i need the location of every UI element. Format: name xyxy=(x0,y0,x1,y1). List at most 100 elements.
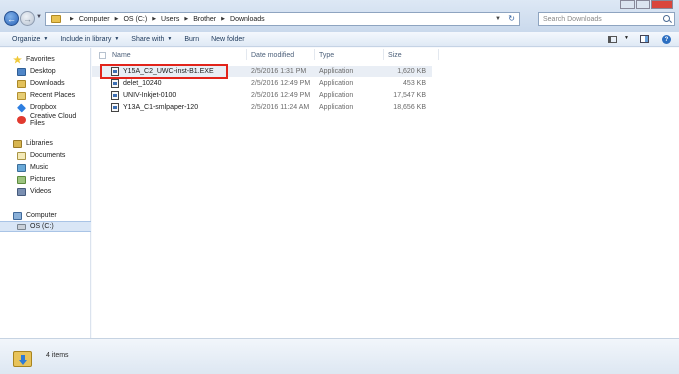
nav-label: Libraries xyxy=(26,140,53,147)
nav-favorites-header[interactable]: Favorites xyxy=(0,54,91,65)
chevron-right-icon[interactable]: ▶ xyxy=(184,16,188,22)
details-pane: 4 items xyxy=(0,338,679,374)
chevron-right-icon[interactable]: ▶ xyxy=(221,16,225,22)
address-bar: ← → ▼ ▶ Computer ▶ OS (C:) ▶ Users ▶ Bro… xyxy=(0,0,679,32)
search-placeholder: Search Downloads xyxy=(543,15,602,23)
preview-pane-icon[interactable] xyxy=(640,35,649,43)
share-with-label: Share with xyxy=(131,35,165,43)
nav-label: Computer xyxy=(26,212,57,219)
window-controls xyxy=(619,0,673,9)
chevron-down-icon: ▼ xyxy=(114,36,120,42)
include-in-library-label: Include in library xyxy=(60,35,112,43)
nav-item-videos[interactable]: Videos xyxy=(0,186,91,197)
file-size: 1,620 KB xyxy=(397,68,426,75)
organize-button[interactable]: Organize ▼ xyxy=(12,36,48,43)
table-row[interactable]: delet_10240 2/5/2016 12:49 PM Applicatio… xyxy=(92,78,432,89)
column-header-date-modified[interactable]: Date modified xyxy=(251,52,294,59)
pictures-icon xyxy=(17,175,26,184)
nav-label: Documents xyxy=(30,152,66,159)
nav-item-os-c[interactable]: OS (C:) xyxy=(0,221,91,232)
file-date: 2/5/2016 12:49 PM xyxy=(251,80,311,87)
nav-item-pictures[interactable]: Pictures xyxy=(0,174,91,185)
select-all-checkbox[interactable] xyxy=(99,52,106,59)
search-icon[interactable] xyxy=(663,15,670,22)
file-type: Application xyxy=(319,68,354,75)
file-size: 18,656 KB xyxy=(393,104,426,111)
column-header-row: Name Date modified Type Size xyxy=(92,48,679,62)
chevron-right-icon[interactable]: ▶ xyxy=(152,16,156,22)
close-button[interactable] xyxy=(651,0,673,9)
refresh-icon[interactable]: ↻ xyxy=(508,14,515,23)
forward-arrow-icon[interactable]: → xyxy=(20,11,35,26)
breadcrumb-users[interactable]: Users xyxy=(161,16,179,23)
change-view-icon[interactable] xyxy=(608,36,617,43)
nav-label: Recent Places xyxy=(30,92,76,99)
maximize-button[interactable] xyxy=(636,0,650,9)
column-header-size[interactable]: Size xyxy=(388,52,402,59)
item-count: 4 items xyxy=(46,352,69,359)
computer-icon xyxy=(13,211,22,220)
chevron-down-icon: ▼ xyxy=(167,36,173,42)
nav-label: Dropbox xyxy=(30,104,57,111)
downloads-folder-icon xyxy=(17,79,26,88)
view-options-chevron-icon[interactable]: ▼ xyxy=(624,35,629,41)
chevron-right-icon[interactable]: ▶ xyxy=(115,16,119,22)
include-in-library-button[interactable]: Include in library ▼ xyxy=(60,36,119,43)
back-arrow-icon[interactable]: ← xyxy=(4,11,19,26)
breadcrumb[interactable]: ▶ Computer ▶ OS (C:) ▶ Users ▶ Brother ▶… xyxy=(45,12,520,26)
file-name: UNIV-Inkjet-0100 xyxy=(123,92,177,99)
burn-label: Burn xyxy=(184,35,200,43)
videos-icon xyxy=(17,187,26,196)
drive-icon xyxy=(17,223,26,230)
file-name: Y13A_C1-smlpaper-120 xyxy=(123,104,199,111)
table-row[interactable]: Y13A_C1-smlpaper-120 2/5/2016 11:24 AM A… xyxy=(92,102,432,113)
search-input[interactable]: Search Downloads xyxy=(538,12,675,26)
share-with-button[interactable]: Share with ▼ xyxy=(131,36,172,43)
column-divider[interactable] xyxy=(314,49,315,60)
desktop-icon xyxy=(17,67,26,76)
breadcrumb-computer[interactable]: Computer xyxy=(79,16,110,23)
dropbox-icon xyxy=(16,102,27,113)
address-dropdown-icon[interactable]: ▼ xyxy=(495,16,501,22)
minimize-button[interactable] xyxy=(620,0,635,9)
downloads-folder-icon xyxy=(13,349,32,368)
nav-label: Desktop xyxy=(30,68,56,75)
nav-item-music[interactable]: Music xyxy=(0,162,91,173)
new-folder-label: New folder xyxy=(211,35,245,43)
nav-label: OS (C:) xyxy=(30,223,54,230)
nav-label: Videos xyxy=(30,188,52,195)
file-size: 453 KB xyxy=(403,80,426,87)
burn-button[interactable]: Burn xyxy=(184,36,199,43)
file-list: Name Date modified Type Size Y15A_C2_UWC… xyxy=(92,48,679,338)
table-row[interactable]: UNIV-Inkjet-0100 2/5/2016 12:49 PM Appli… xyxy=(92,90,432,101)
nav-libraries-header[interactable]: Libraries xyxy=(0,138,91,149)
documents-icon xyxy=(17,151,26,160)
recent-pages-chevron-icon[interactable]: ▼ xyxy=(36,14,42,20)
music-icon xyxy=(17,163,26,172)
nav-item-recent-places[interactable]: Recent Places xyxy=(0,90,91,101)
breadcrumb-os-c[interactable]: OS (C:) xyxy=(123,16,147,23)
nav-item-downloads[interactable]: Downloads xyxy=(0,78,91,89)
nav-item-desktop[interactable]: Desktop xyxy=(0,66,91,77)
column-header-type[interactable]: Type xyxy=(319,52,334,59)
column-header-name[interactable]: Name xyxy=(112,52,131,59)
recent-places-icon xyxy=(17,91,26,100)
nav-item-dropbox[interactable]: Dropbox xyxy=(0,102,91,113)
nav-item-documents[interactable]: Documents xyxy=(0,150,91,161)
libraries-icon xyxy=(13,139,22,148)
file-date: 2/5/2016 1:31 PM xyxy=(251,68,307,75)
breadcrumb-brother[interactable]: Brother xyxy=(193,16,216,23)
chevron-right-icon[interactable]: ▶ xyxy=(70,16,74,22)
breadcrumb-downloads[interactable]: Downloads xyxy=(230,16,265,23)
help-icon[interactable]: ? xyxy=(662,35,671,44)
chevron-down-icon: ▼ xyxy=(43,36,49,42)
column-divider[interactable] xyxy=(246,49,247,60)
column-divider[interactable] xyxy=(383,49,384,60)
column-divider[interactable] xyxy=(438,49,439,60)
nav-computer-header[interactable]: Computer xyxy=(0,210,91,221)
file-date: 2/5/2016 12:49 PM xyxy=(251,92,311,99)
nav-item-creative-cloud-files[interactable]: Creative Cloud Files xyxy=(0,113,91,127)
application-icon xyxy=(111,103,119,112)
new-folder-button[interactable]: New folder xyxy=(211,36,244,43)
nav-label: Favorites xyxy=(26,56,55,63)
